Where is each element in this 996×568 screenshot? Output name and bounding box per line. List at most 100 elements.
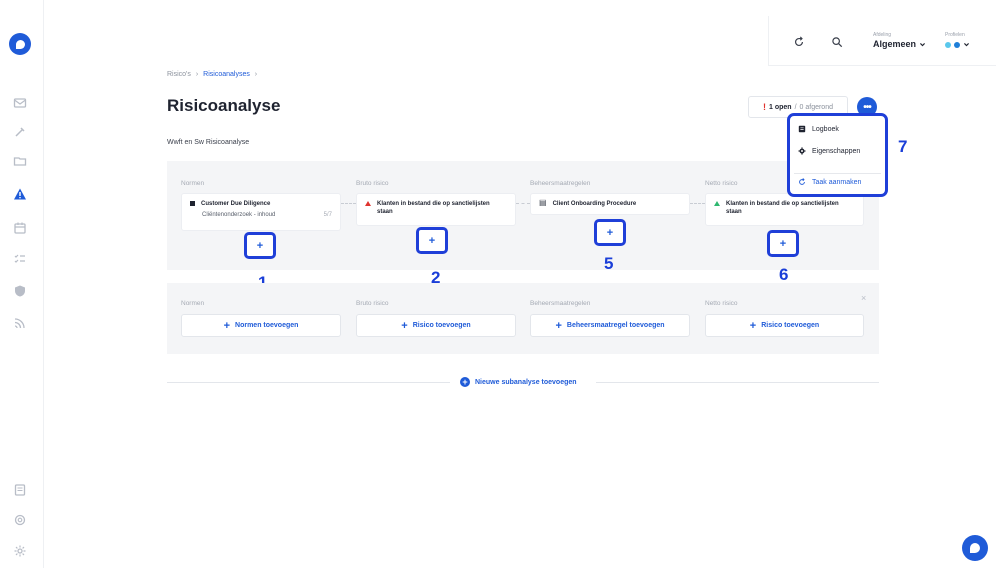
column-header-beheersmaatregelen: Beheersmaatregelen bbox=[530, 180, 591, 187]
plus-icon: + bbox=[606, 226, 614, 239]
column-header-normen: Normen bbox=[181, 300, 205, 307]
netto-risk-title: Klanten in bestand die op sanctielijsten… bbox=[726, 201, 839, 215]
profile-dot-light bbox=[945, 41, 951, 48]
checklist-icon[interactable] bbox=[12, 251, 28, 267]
department-select[interactable]: Algemeen bbox=[873, 39, 926, 49]
profile-dot-dark bbox=[954, 41, 960, 48]
search-icon[interactable] bbox=[831, 35, 845, 49]
menu-divider bbox=[794, 173, 881, 174]
top-bar: Afdeling Algemeen Profielen bbox=[768, 16, 996, 66]
plus-icon: + bbox=[223, 319, 231, 332]
gear-icon bbox=[798, 147, 806, 155]
chat-help-button[interactable] bbox=[962, 535, 988, 561]
bruto-risk-card[interactable]: Klanten in bestand die op sanctielijsten… bbox=[356, 193, 516, 226]
risk-warning-icon[interactable] bbox=[12, 186, 28, 202]
settings-icon[interactable] bbox=[12, 543, 28, 559]
page-title: Risicoanalyse bbox=[167, 96, 281, 115]
chevron-down-icon bbox=[920, 42, 926, 46]
menu-label: Taak aanmaken bbox=[812, 178, 862, 186]
procedure-document-icon: ▤ bbox=[539, 198, 547, 207]
norm-square-icon bbox=[190, 201, 195, 206]
profiles-label: Profielen bbox=[945, 32, 965, 38]
risk-high-icon bbox=[365, 201, 371, 206]
plus-circle-icon: + bbox=[460, 377, 470, 387]
app-logo[interactable] bbox=[9, 33, 31, 55]
new-subanalysis-button[interactable]: + Nieuwe subanalyse toevoegen bbox=[460, 377, 577, 387]
plus-icon: + bbox=[555, 319, 562, 332]
bruto-risk-title: Klanten in bestand die op sanctielijsten… bbox=[377, 201, 490, 215]
column-header-normen: Normen bbox=[181, 180, 205, 187]
norm-title: Customer Due Diligence bbox=[201, 201, 271, 207]
new-subanalysis-label: Nieuwe subanalyse toevoegen bbox=[475, 378, 577, 386]
column-header-bruto-risico: Bruto risico bbox=[356, 300, 389, 307]
connector-line bbox=[690, 203, 705, 204]
add-bruto-risk-text-button[interactable]: + Risico toevoegen bbox=[356, 314, 516, 337]
callout-7: 7 bbox=[898, 137, 908, 156]
add-bruto-risk-button[interactable]: + bbox=[416, 227, 448, 254]
options-menu: Logboek Eigenschappen Taak aanmaken bbox=[787, 113, 888, 197]
alert-icon: ! bbox=[763, 102, 766, 112]
risk-low-icon bbox=[714, 201, 720, 206]
refresh-icon[interactable] bbox=[793, 35, 807, 49]
menu-item-create-task[interactable]: Taak aanmaken bbox=[798, 178, 861, 186]
add-control-measure-label: Beheersmaatregel toevoegen bbox=[566, 322, 665, 329]
norm-card[interactable]: Customer Due Diligence Cliëntenonderzoek… bbox=[181, 193, 341, 231]
callout-5: 5 bbox=[604, 254, 614, 273]
chevron-down-icon bbox=[964, 43, 969, 47]
column-header-bruto-risico: Bruto risico bbox=[356, 180, 389, 187]
breadcrumb-root[interactable]: Risico's bbox=[167, 71, 191, 78]
add-netto-risk-label: Risico toevoegen bbox=[761, 322, 820, 329]
column-header-netto-risico: Netto risico bbox=[705, 300, 738, 307]
plus-icon: + bbox=[749, 319, 757, 332]
breadcrumb-separator: › bbox=[254, 71, 258, 78]
add-control-measure-text-button[interactable]: + Beheersmaatregel toevoegen bbox=[530, 314, 690, 337]
menu-label: Eigenschappen bbox=[812, 147, 861, 155]
add-netto-risk-button[interactable]: + bbox=[767, 230, 799, 257]
close-icon[interactable]: × bbox=[861, 293, 866, 303]
plus-icon: + bbox=[779, 237, 787, 250]
document-icon[interactable] bbox=[12, 482, 28, 498]
connector-line bbox=[341, 203, 356, 204]
menu-item-properties[interactable]: Eigenschappen bbox=[798, 147, 860, 155]
folder-icon[interactable] bbox=[12, 153, 28, 169]
status-separator: / bbox=[794, 103, 797, 111]
task-refresh-icon bbox=[798, 178, 806, 186]
add-norms-label: Normen toevoegen bbox=[235, 322, 299, 329]
profiles-select[interactable] bbox=[945, 41, 970, 48]
breadcrumb: Risico's › Risicoanalyses › bbox=[167, 71, 257, 78]
menu-label: Logboek bbox=[812, 125, 839, 133]
inbox-icon[interactable] bbox=[12, 95, 28, 111]
breadcrumb-current[interactable]: Risicoanalyses bbox=[203, 71, 250, 78]
menu-item-logbook[interactable]: Logboek bbox=[798, 125, 839, 133]
add-norms-button[interactable]: + Normen toevoegen bbox=[181, 314, 341, 337]
closed-count: 0 afgerond bbox=[799, 103, 833, 111]
plus-icon: + bbox=[401, 319, 408, 332]
control-measure-card[interactable]: ▤ Client Onboarding Procedure bbox=[530, 193, 690, 215]
calendar-icon[interactable] bbox=[12, 220, 28, 236]
column-header-netto-risico: Netto risico bbox=[705, 180, 738, 187]
add-netto-risk-text-button[interactable]: + Risico toevoegen bbox=[705, 314, 864, 337]
tools-icon[interactable] bbox=[12, 124, 28, 140]
netto-risk-card[interactable]: Klanten in bestand die op sanctielijsten… bbox=[705, 193, 864, 226]
plus-icon: + bbox=[428, 234, 436, 247]
divider-right bbox=[596, 382, 879, 383]
page-subtitle: Wwft en Sw Risicoanalyse bbox=[167, 139, 250, 146]
sidebar bbox=[0, 0, 44, 568]
callout-6: 6 bbox=[779, 265, 789, 284]
column-header-beheersmaatregelen: Beheersmaatregelen bbox=[530, 300, 591, 307]
norm-subtitle: Cliëntenonderzoek - inhoud bbox=[202, 212, 276, 218]
add-bruto-risk-label: Risico toevoegen bbox=[412, 322, 471, 329]
shield-icon[interactable] bbox=[12, 283, 28, 299]
plus-icon: + bbox=[256, 239, 264, 252]
breadcrumb-separator: › bbox=[195, 71, 199, 78]
open-count: 1 open bbox=[769, 103, 792, 111]
logbook-icon bbox=[798, 125, 806, 133]
department-value: Algemeen bbox=[873, 39, 917, 49]
divider-left bbox=[167, 382, 450, 383]
copy-icon[interactable] bbox=[12, 512, 28, 528]
add-norm-button[interactable]: + bbox=[244, 232, 276, 259]
connector-line bbox=[516, 203, 530, 204]
department-label: Afdeling bbox=[873, 32, 892, 38]
feed-icon[interactable] bbox=[12, 315, 28, 331]
add-control-measure-button[interactable]: + bbox=[594, 219, 626, 246]
